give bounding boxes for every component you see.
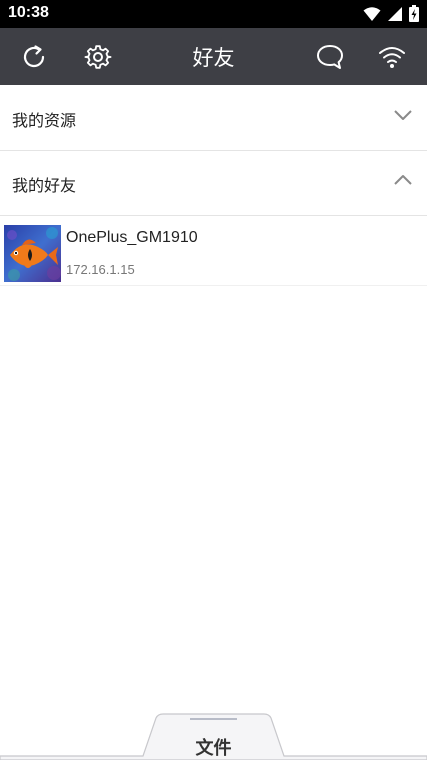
friend-ip: 172.16.1.15 <box>66 262 135 277</box>
chevron-up-icon <box>394 175 412 185</box>
wifi-button[interactable] <box>364 28 420 85</box>
section-label: 我的资源 <box>12 111 77 130</box>
cell-signal-icon <box>388 6 402 21</box>
refresh-button[interactable] <box>6 28 62 85</box>
list-item[interactable]: OnePlus_GM1910 172.16.1.15 <box>0 217 427 286</box>
friend-name: OnePlus_GM1910 <box>66 229 198 246</box>
settings-button[interactable] <box>70 28 126 85</box>
status-bar: 10:38 <box>0 0 427 28</box>
chat-button[interactable] <box>302 28 358 85</box>
tab-files[interactable]: 文件 <box>0 734 427 760</box>
wifi-icon <box>379 46 405 68</box>
section-my-resources[interactable]: 我的资源 <box>0 86 427 151</box>
section-label: 我的好友 <box>12 176 77 195</box>
wifi-signal-icon <box>363 6 381 21</box>
gear-icon <box>84 44 112 69</box>
toolbar: 好友 <box>0 28 427 85</box>
fish-avatar-image <box>4 225 61 282</box>
chat-icon <box>317 44 343 69</box>
battery-icon <box>409 5 419 22</box>
chevron-down-icon <box>394 110 412 120</box>
bottom-tab-bar: 文件 <box>0 712 427 760</box>
page-title: 好友 <box>192 46 235 70</box>
avatar <box>4 225 61 282</box>
section-my-friends[interactable]: 我的好友 <box>0 151 427 216</box>
status-time: 10:38 <box>8 4 49 21</box>
refresh-icon <box>23 44 45 67</box>
